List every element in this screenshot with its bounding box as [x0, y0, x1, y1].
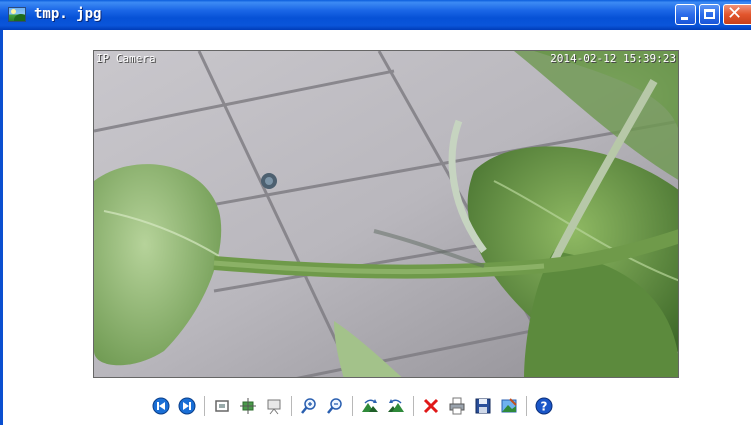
next-image-button[interactable]	[176, 395, 198, 417]
zoom-in-icon	[301, 398, 316, 414]
rotate-counterclockwise-button[interactable]	[385, 395, 407, 417]
image-file-icon	[8, 7, 26, 22]
rotate-clockwise-icon	[362, 399, 378, 412]
camera-name-overlay: IP Camera	[96, 52, 156, 65]
title-bar[interactable]: tmp. jpg ✕	[0, 0, 751, 30]
rotate-clockwise-button[interactable]	[359, 395, 381, 417]
close-icon: ✕	[727, 3, 743, 24]
print-icon	[449, 397, 465, 415]
slideshow-icon	[267, 399, 281, 415]
actual-size-button[interactable]	[237, 395, 259, 417]
delete-icon	[423, 398, 439, 414]
toolbar-separator	[526, 396, 527, 416]
toolbar-separator	[413, 396, 414, 416]
toolbar-separator	[291, 396, 292, 416]
timestamp-overlay: 2014-02-12 15:39:23	[550, 52, 676, 65]
save-icon	[475, 398, 491, 414]
maximize-icon	[704, 9, 715, 19]
photo-scene	[94, 51, 678, 377]
slideshow-button[interactable]	[263, 395, 285, 417]
zoom-in-button[interactable]	[298, 395, 320, 417]
previous-image-button[interactable]	[150, 395, 172, 417]
maximize-button[interactable]	[699, 4, 720, 25]
open-with-button[interactable]	[498, 395, 520, 417]
minimize-icon	[681, 17, 688, 20]
rotate-counterclockwise-icon	[388, 399, 404, 412]
viewer-toolbar: ?	[148, 392, 557, 420]
svg-text:?: ?	[541, 400, 548, 414]
print-button[interactable]	[446, 395, 468, 417]
save-button[interactable]	[472, 395, 494, 417]
previous-image-icon	[152, 397, 170, 415]
zoom-out-button[interactable]	[324, 395, 346, 417]
close-button[interactable]: ✕	[723, 3, 751, 25]
open-with-icon	[501, 398, 517, 413]
best-fit-icon	[215, 400, 229, 412]
minimize-button[interactable]	[675, 4, 696, 25]
zoom-out-icon	[327, 398, 342, 414]
toolbar-separator	[352, 396, 353, 416]
best-fit-button[interactable]	[211, 395, 233, 417]
actual-size-icon	[240, 398, 256, 414]
help-icon: ?	[535, 397, 553, 415]
help-button[interactable]: ?	[533, 395, 555, 417]
camera-photo: IP Camera 2014-02-12 15:39:23	[93, 50, 679, 378]
next-image-icon	[178, 397, 196, 415]
delete-button[interactable]	[420, 395, 442, 417]
window-title: tmp. jpg	[34, 6, 102, 22]
toolbar-separator	[204, 396, 205, 416]
